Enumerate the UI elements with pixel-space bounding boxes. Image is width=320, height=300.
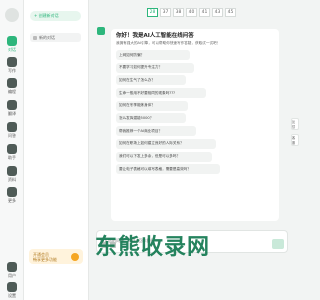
new-chat-button[interactable]: + 创建新对话: [30, 11, 81, 21]
suggested-questions: 上网如何防骗？ 不要学习如何提升专注力？ 如何在生气了怎么办？ 生命一般用不好要…: [116, 50, 220, 177]
rail-item-code[interactable]: 编程: [0, 78, 24, 95]
suggested-question[interactable]: 生命一般用不好要相同的现象吗???: [116, 88, 206, 99]
rail-item-user[interactable]: 用户: [0, 262, 24, 279]
history-item-label: 新的对话: [39, 34, 55, 40]
rail-item-more[interactable]: 更多: [0, 187, 24, 204]
user-icon: [7, 262, 17, 272]
suggested-question[interactable]: 帮我推荐一个AI商业项目？: [116, 126, 196, 137]
suggested-question[interactable]: 怎么发挥潜能5000？: [116, 113, 186, 124]
rail-item-write[interactable]: 写作: [0, 57, 24, 74]
rail-item-assistant[interactable]: 助手: [0, 144, 24, 161]
crown-icon: [71, 252, 79, 261]
translate-icon: [7, 100, 17, 110]
watermark-text: 东熊收录网: [95, 235, 211, 260]
rail-label: 问答: [8, 133, 16, 138]
promo-subtitle: 畅享更多功能: [33, 256, 57, 262]
question-icon: [7, 122, 17, 132]
bot-avatar-icon: [97, 27, 105, 35]
chat-bubble-icon: [33, 35, 37, 40]
suggested-question[interactable]: 如何在冬季锻炼身体？: [116, 100, 188, 111]
page-tab[interactable]: 37: [160, 8, 171, 17]
suggested-question[interactable]: 要让电子表格可以填写表格，需要是高效吗？: [116, 164, 220, 175]
rail-label: 助手: [8, 155, 16, 160]
chat-main: 28 37 38 40 41 43 45 你好！我是AI人工智能在线问答 我拥有…: [89, 0, 300, 300]
page-tab[interactable]: 41: [199, 8, 210, 17]
suggested-question[interactable]: 不要学习如何提升专注力？: [116, 62, 194, 73]
suggested-question[interactable]: 上网如何防骗？: [116, 50, 190, 60]
history-panel: + 创建新对话 新的对话 开通会员 畅享更多功能: [24, 0, 89, 300]
page-tab[interactable]: 40: [186, 8, 197, 17]
rail-label: 对话: [8, 47, 16, 52]
service-button[interactable]: 客服: [291, 134, 299, 146]
rail-label: 用户: [8, 273, 16, 278]
new-chat-label: + 创建新对话: [34, 13, 59, 18]
rail-label: 设置: [8, 293, 16, 298]
suggested-question[interactable]: 我们可以下发上多余，但是可以多吗？: [116, 151, 212, 162]
history-item[interactable]: 新的对话: [30, 33, 81, 42]
welcome-bubble: 你好！我是AI人工智能在线问答 我拥有强大的AI引擎，可以帮助你快速写作答疑，获…: [111, 29, 279, 221]
rail-label: 编程: [8, 89, 16, 94]
page-tab[interactable]: 38: [173, 8, 184, 17]
rail-label: 资料: [8, 177, 16, 182]
code-icon: [7, 78, 17, 88]
grid-icon: [7, 187, 17, 197]
rail-item-book[interactable]: 资料: [0, 166, 24, 183]
pen-icon: [7, 57, 17, 67]
rail-item-settings[interactable]: 设置: [0, 282, 24, 299]
rail-item-translate[interactable]: 翻译: [0, 100, 24, 117]
page-tab[interactable]: 43: [212, 8, 223, 17]
rail-label: 写作: [8, 68, 16, 73]
page-tabs: 28 37 38 40 41 43 45: [147, 8, 236, 17]
page-tab[interactable]: 45: [225, 8, 236, 17]
welcome-intro: 我拥有强大的AI引擎，可以帮助你快速写作答疑，获取试一试吧！: [116, 41, 221, 45]
suggested-question[interactable]: 如何在职场上如何建立良好的人际关系？: [116, 138, 216, 149]
assistant-icon: [7, 144, 17, 154]
rail-item-chat[interactable]: 对话: [0, 36, 24, 53]
welcome-greeting: 你好！我是AI人工智能在线问答: [116, 33, 194, 39]
rail-item-qa[interactable]: 问答: [0, 122, 24, 139]
send-button[interactable]: [272, 239, 284, 249]
book-icon: [7, 166, 17, 176]
feedback-button[interactable]: 反馈: [291, 118, 299, 130]
logo-icon: [5, 8, 19, 22]
left-rail: 对话 写作 编程 翻译 问答 助手 资料 更多 用户 设置: [0, 0, 24, 300]
rail-label: 更多: [8, 198, 16, 203]
page-tab[interactable]: 28: [147, 8, 158, 17]
gear-icon: [7, 282, 17, 292]
promo-card[interactable]: 开通会员 畅享更多功能: [29, 249, 83, 264]
rail-label: 翻译: [8, 111, 16, 116]
suggested-question[interactable]: 如何在生气了怎么办？: [116, 75, 186, 86]
chat-icon: [7, 36, 17, 46]
